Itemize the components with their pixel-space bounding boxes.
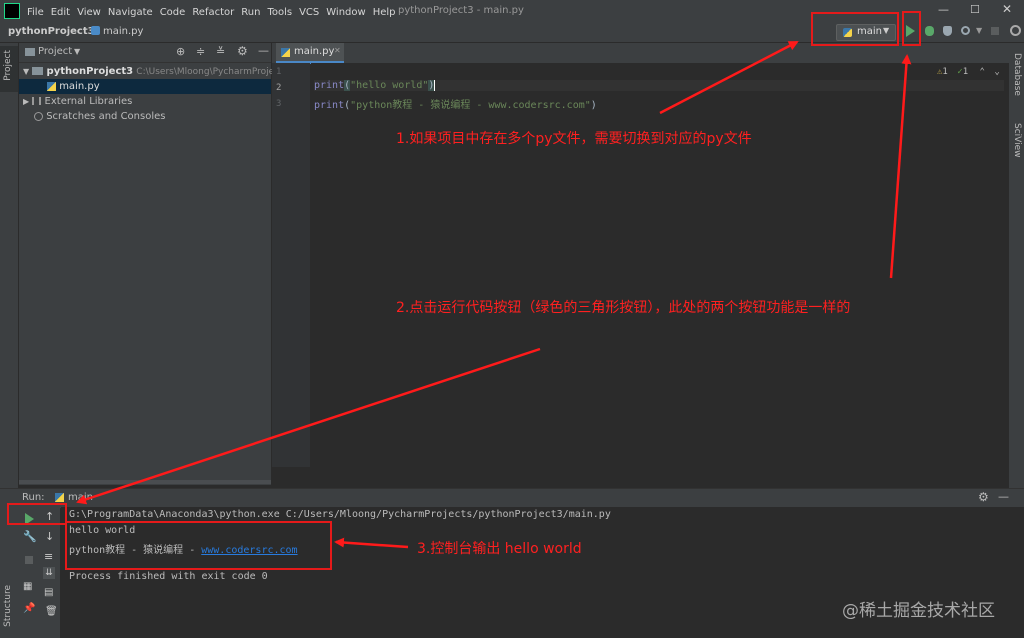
annotation-arrow-1 <box>659 40 799 115</box>
watermark: @稀土掘金技术社区 <box>842 601 995 621</box>
annotation-text-1: 1.如果项目中存在多个py文件，需要切换到对应的py文件 <box>396 131 752 147</box>
annotation-arrow-4 <box>334 537 409 549</box>
annotation-arrow-3 <box>76 347 541 505</box>
annotation-text-3: 3.控制台输出 hello world <box>417 541 582 557</box>
annotation-arrow-2 <box>889 54 912 279</box>
annotation-text-2: 2.点击运行代码按钮（绿色的三角形按钮），此处的两个按钮功能是一样的 <box>396 300 851 316</box>
